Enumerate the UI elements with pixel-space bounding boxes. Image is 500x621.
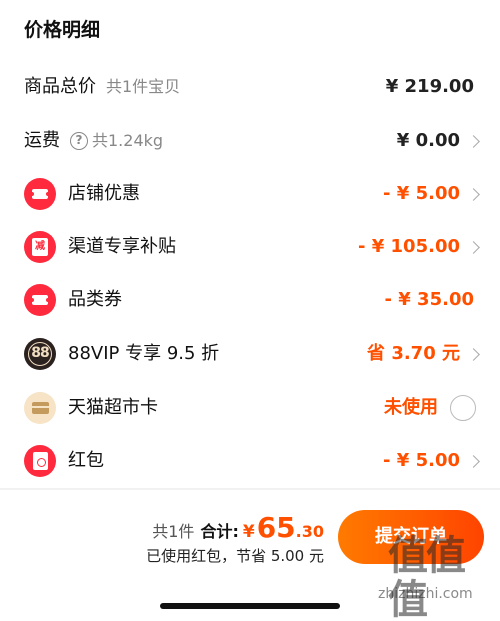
watermark-logo: 值值值 [388, 533, 466, 621]
category-coupon-row[interactable]: 品类券 - ¥ 35.00 [0, 273, 500, 327]
coupon-ticket-icon [24, 178, 56, 210]
checkout-bar: 共1件 合计: ¥ 65 .30 已使用红包，节省 5.00 元 提交订单 值值… [0, 490, 500, 621]
shop-discount-label: 店铺优惠 [68, 183, 140, 204]
goods-total-label: 商品总价 [24, 76, 96, 97]
coupon-ticket-icon [24, 284, 56, 316]
tmall-card-row[interactable]: 天猫超市卡 未使用 [0, 381, 500, 435]
card-icon [24, 392, 56, 424]
vip-88-icon-text: 88 [28, 342, 52, 366]
subsidy-icon-text: 减 [32, 238, 48, 256]
savings-note: 已使用红包，节省 5.00 元 [146, 547, 324, 565]
shipping-weight-text: 共1.24kg [92, 131, 164, 150]
goods-count: 共1件宝贝 [106, 77, 181, 96]
shop-discount-row[interactable]: 店铺优惠 - ¥ 5.00 [0, 167, 500, 221]
goods-total-row: 商品总价 共1件宝贝 ¥ 219.00 [0, 60, 500, 114]
total-decimal: .30 [295, 522, 324, 541]
red-packet-row[interactable]: 红包 - ¥ 5.00 [0, 434, 500, 488]
chevron-right-icon [467, 347, 480, 361]
channel-subsidy-value: - ¥ 105.00 [358, 236, 460, 257]
total-label: 合计: [200, 522, 239, 541]
shop-discount-value: - ¥ 5.00 [383, 183, 460, 204]
chevron-right-icon [467, 134, 480, 148]
chevron-right-icon [467, 240, 480, 254]
home-indicator[interactable] [160, 603, 340, 609]
shipping-row[interactable]: 运费 ? 共1.24kg ¥ 0.00 [0, 114, 500, 168]
goods-total-value: ¥ 219.00 [385, 76, 474, 97]
category-coupon-label: 品类券 [68, 289, 122, 310]
item-count: 共1件 [152, 522, 195, 541]
watermark-url: zhizhizhi.com [378, 586, 473, 602]
category-coupon-value: - ¥ 35.00 [384, 289, 474, 310]
vip-88-icon: 88 [24, 338, 56, 370]
help-icon[interactable]: ? [70, 132, 88, 150]
shipping-weight: ? 共1.24kg [70, 129, 163, 153]
tmall-card-status: 未使用 [384, 397, 438, 418]
tmall-card-radio[interactable] [450, 395, 476, 421]
total-integer: 65 [256, 511, 296, 544]
red-envelope-icon [24, 445, 56, 477]
chevron-right-icon [467, 454, 480, 468]
vip-discount-row[interactable]: 88 88VIP 专享 9.5 折 省 3.70 元 [0, 327, 500, 381]
vip-discount-value: 省 3.70 元 [367, 343, 460, 364]
vip-discount-label: 88VIP 专享 9.5 折 [68, 343, 220, 364]
shipping-label: 运费 [24, 130, 60, 151]
tmall-card-label: 天猫超市卡 [68, 397, 158, 418]
chevron-right-icon [467, 187, 480, 201]
shipping-value: ¥ 0.00 [396, 130, 460, 151]
subsidy-icon: 减 [24, 231, 56, 263]
channel-subsidy-label: 渠道专享补贴 [68, 236, 176, 257]
order-total: 共1件 合计: ¥ 65 .30 [152, 511, 324, 544]
section-title: 价格明细 [24, 19, 101, 41]
currency-symbol: ¥ [242, 522, 255, 542]
red-packet-label: 红包 [68, 450, 104, 471]
red-packet-value: - ¥ 5.00 [383, 450, 460, 471]
channel-subsidy-row[interactable]: 减 渠道专享补贴 - ¥ 105.00 [0, 220, 500, 274]
